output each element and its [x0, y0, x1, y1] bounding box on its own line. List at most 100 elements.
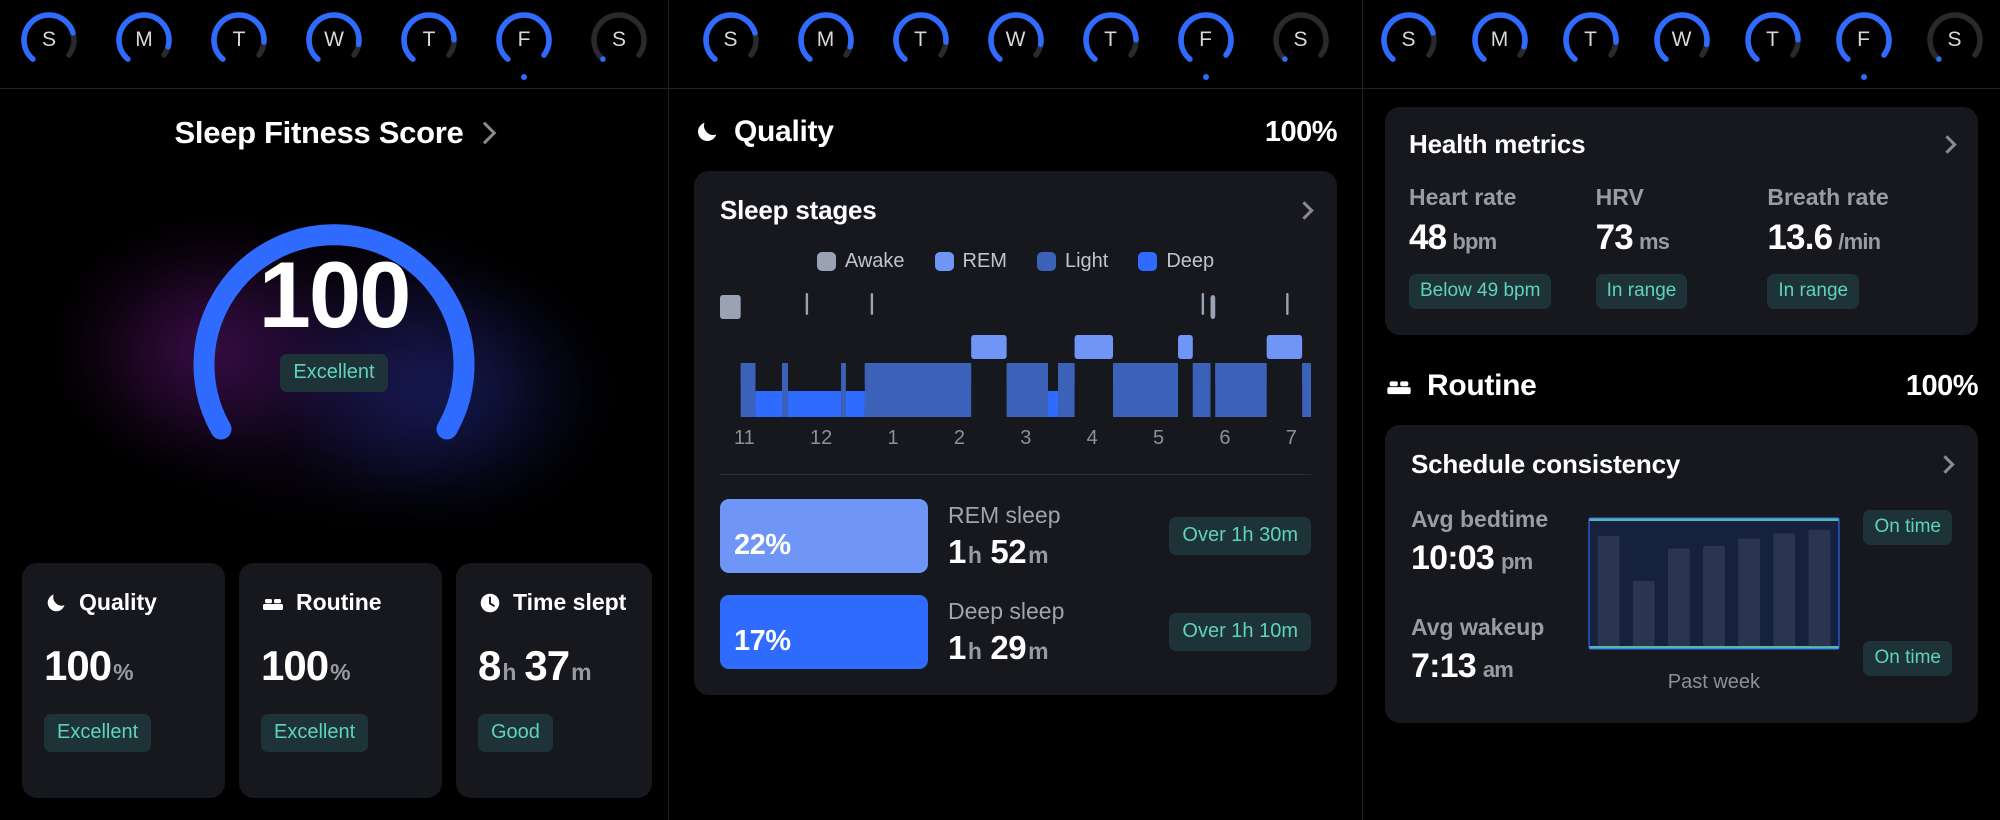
metric-label: Breath rate: [1767, 184, 1889, 210]
sleep-stages-card[interactable]: Sleep stages Awake REM Light Deep 11 12 1 2…: [694, 171, 1337, 695]
day-ring: S: [1378, 9, 1440, 71]
card-value: 8: [478, 642, 501, 689]
card-value: 100: [44, 642, 112, 689]
chevron-right-icon[interactable]: [474, 121, 497, 145]
day-letter: S: [1293, 27, 1308, 51]
summary-card-time-slept[interactable]: Time slept 8 h 37 m Good: [456, 563, 652, 798]
stage-minutes-unit: m: [1028, 541, 1049, 568]
week-ring-day-0[interactable]: S: [1363, 5, 1454, 83]
card-status-badge: Excellent: [261, 714, 369, 752]
divider: [720, 474, 1311, 475]
day-ring: M: [113, 9, 175, 71]
metric-status-badge: In range: [1595, 274, 1688, 309]
sleep-dashboard: S M T W T F S Sleep Fitness Score 100 Ex…: [0, 0, 2000, 820]
day-letter: F: [1857, 27, 1870, 51]
day-ring: M: [1469, 9, 1531, 71]
day-letter: T: [914, 27, 927, 51]
page-title: Sleep Fitness Score: [174, 115, 464, 150]
middle-column: S M T W T F S Quality 100% Sleep stages …: [668, 0, 1362, 820]
week-ring-day-5[interactable]: F: [1158, 5, 1253, 83]
day-ring: F: [493, 9, 555, 71]
day-ring: S: [1924, 9, 1986, 71]
x-tick-5: 4: [1086, 427, 1098, 449]
week-ring-day-3[interactable]: W: [968, 5, 1063, 83]
week-ring-day-3[interactable]: W: [287, 5, 382, 83]
week-ring-day-2[interactable]: T: [873, 5, 968, 83]
routine-percent: 100%: [1905, 369, 1979, 402]
schedule-times: Avg bedtime 10:03 pm Avg wakeup 7:13 am: [1411, 506, 1587, 694]
schedule-badges: On time On time: [1841, 506, 1952, 694]
day-ring: W: [1651, 9, 1713, 71]
metric-status-badge: Below 49 bpm: [1409, 274, 1552, 309]
avg-bedtime-unit: pm: [1500, 549, 1533, 574]
day-ring: S: [1270, 9, 1332, 71]
week-ring-day-5[interactable]: F: [1818, 5, 1909, 83]
routine-title: Routine: [1427, 369, 1537, 402]
bedtime-status-badge: On time: [1863, 510, 1952, 545]
legend-label: REM: [962, 250, 1007, 272]
day-ring: S: [700, 9, 762, 71]
week-ring-day-6[interactable]: S: [1253, 5, 1348, 83]
metric-value: 13.6: [1767, 218, 1833, 257]
week-ring-day-3[interactable]: W: [1636, 5, 1727, 83]
stage-status-badge: Over 1h 10m: [1169, 613, 1311, 651]
week-ring-day-1[interactable]: M: [97, 5, 192, 83]
sleep-stages-legend: Awake REM Light Deep: [720, 250, 1311, 273]
card-status-badge: Good: [478, 714, 553, 752]
legend-swatch: [816, 252, 836, 271]
health-metrics-card[interactable]: Health metrics Heart rate 48 bpm Below 4…: [1385, 107, 1978, 335]
week-ring-day-4[interactable]: T: [1727, 5, 1818, 83]
routine-section-header: Routine 100%: [1385, 369, 1979, 403]
day-letter: W: [1005, 27, 1026, 51]
week-ring-day-5[interactable]: F: [477, 5, 572, 83]
chevron-right-icon[interactable]: [1936, 455, 1955, 474]
stage-percent: 22%: [734, 529, 791, 561]
day-letter: S: [41, 27, 56, 51]
stage-minutes: 29: [990, 628, 1027, 666]
sleep-fitness-score: 100: [258, 242, 412, 348]
week-ring-day-6[interactable]: S: [1909, 5, 2000, 83]
chevron-right-icon[interactable]: [1938, 135, 1957, 154]
card-unit-2: m: [571, 659, 591, 685]
avg-wakeup-unit: am: [1482, 657, 1514, 682]
chevron-right-icon[interactable]: [1295, 201, 1314, 220]
metric-value: 48: [1409, 218, 1447, 257]
card-label: Time slept: [513, 589, 627, 615]
clock-icon: [478, 591, 502, 615]
week-ring-day-0[interactable]: S: [2, 5, 97, 83]
schedule-consistency-card[interactable]: Schedule consistency Avg bedtime 10:03 p…: [1385, 425, 1978, 723]
x-tick-1: 12: [810, 427, 833, 449]
x-tick-6: 5: [1153, 427, 1165, 449]
x-tick-4: 3: [1020, 427, 1032, 449]
card-value: 100: [261, 642, 329, 689]
day-ring: T: [398, 9, 460, 71]
stage-summary-list: 22% REM sleep 1 h 52 m Over 1h 30m 17% D…: [720, 499, 1311, 669]
summary-card-routine[interactable]: Routine 100% Excellent: [239, 563, 442, 798]
week-ring-day-2[interactable]: T: [192, 5, 287, 83]
health-metrics-grid: Heart rate 48 bpm Below 49 bpm HRV 73 ms …: [1409, 184, 1954, 309]
card-value-2: 37: [524, 642, 570, 689]
day-ring: F: [1175, 9, 1237, 71]
stage-minutes: 52: [990, 532, 1027, 570]
summary-card-quality[interactable]: Quality 100% Excellent: [22, 563, 225, 798]
day-ring: T: [208, 9, 270, 71]
schedule-consistency-title: Schedule consistency: [1411, 449, 1681, 479]
week-ring-day-4[interactable]: T: [382, 5, 477, 83]
right-column: S M T W T F S Health metrics Heart rate …: [1362, 0, 2000, 820]
legend-label: Light: [1064, 250, 1109, 272]
avg-bedtime-value: 10:03: [1411, 539, 1495, 577]
legend-item-light: Light: [1036, 250, 1109, 273]
week-ring-day-4[interactable]: T: [1063, 5, 1158, 83]
moon-icon: [44, 591, 68, 615]
day-letter: F: [517, 27, 531, 51]
week-rings-left: S M T W T F S: [0, 0, 668, 89]
week-ring-day-6[interactable]: S: [572, 5, 667, 83]
stage-hours-unit: h: [967, 637, 982, 664]
sleep-fitness-header[interactable]: Sleep Fitness Score: [0, 115, 668, 151]
card-unit: %: [330, 659, 350, 685]
week-ring-day-1[interactable]: M: [778, 5, 873, 83]
sleep-stages-title: Sleep stages: [720, 195, 877, 225]
week-ring-day-1[interactable]: M: [1454, 5, 1545, 83]
week-ring-day-0[interactable]: S: [683, 5, 778, 83]
week-ring-day-2[interactable]: T: [1545, 5, 1636, 83]
